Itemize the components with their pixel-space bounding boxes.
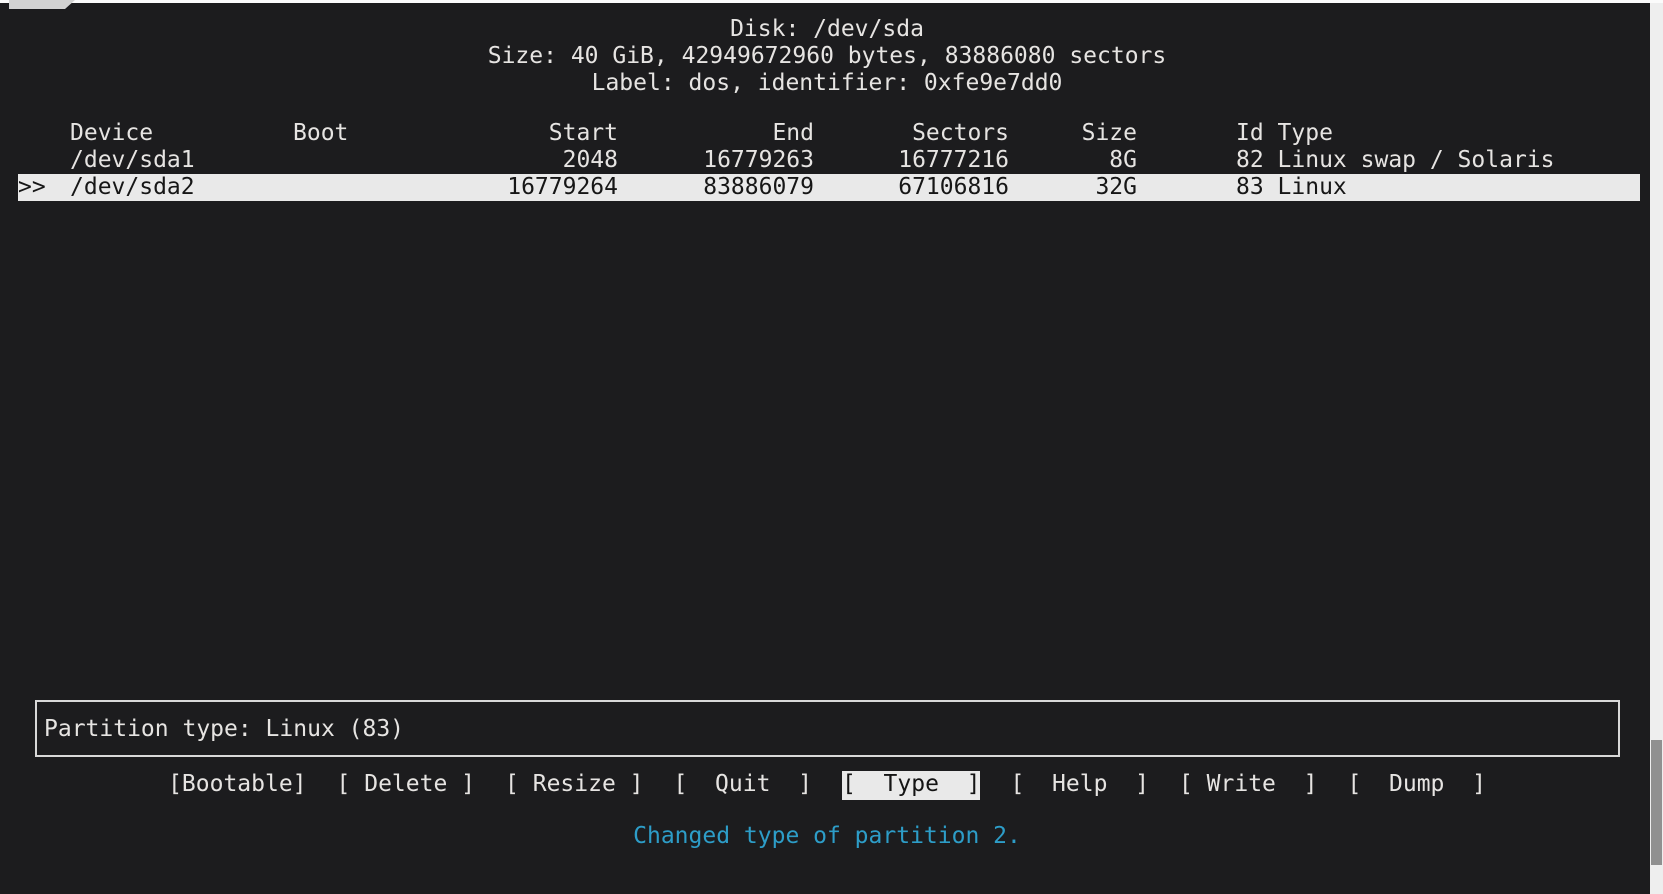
- write-button[interactable]: [ Write ]: [1179, 771, 1317, 800]
- quit-button[interactable]: [ Quit ]: [674, 771, 812, 800]
- row-selection-marker: [18, 147, 70, 174]
- cell-boot: [293, 174, 393, 201]
- partition-type-info-box: Partition type: Linux (83): [35, 700, 1620, 757]
- disk-header: Disk: /dev/sda Size: 40 GiB, 42949672960…: [0, 16, 1654, 97]
- cell-sectors: 16777216: [814, 147, 1009, 174]
- disk-name-line: Disk: /dev/sda: [0, 16, 1654, 43]
- partition-row-sda2[interactable]: >> /dev/sda2 16779264 83886079 67106816 …: [18, 174, 1640, 201]
- partition-row-sda1[interactable]: /dev/sda1 2048 16779263 16777216 8G 82 L…: [18, 147, 1640, 174]
- status-message: Changed type of partition 2.: [0, 823, 1654, 849]
- cell-id-type: 82 Linux swap / Solaris: [1137, 147, 1640, 174]
- partition-table-header: Device Boot Start End Sectors Size Id Ty…: [18, 120, 1640, 147]
- help-button[interactable]: [ Help ]: [1010, 771, 1148, 800]
- browser-chrome-edge: [0, 0, 1663, 3]
- col-header-end: End: [618, 120, 814, 147]
- row-selection-marker: >>: [18, 174, 70, 201]
- col-header-boot: Boot: [293, 120, 393, 147]
- disk-label-line: Label: dos, identifier: 0xfe9e7dd0: [0, 70, 1654, 97]
- dump-button[interactable]: [ Dump ]: [1347, 771, 1485, 800]
- cell-id-type: 83 Linux: [1137, 174, 1640, 201]
- scrollbar-track[interactable]: [1650, 3, 1663, 894]
- cell-end: 83886079: [618, 174, 814, 201]
- col-header-start: Start: [393, 120, 618, 147]
- col-header-size: Size: [1009, 120, 1137, 147]
- cell-device: /dev/sda2: [70, 174, 293, 201]
- delete-button[interactable]: [ Delete ]: [337, 771, 475, 800]
- terminal-screen: Disk: /dev/sda Size: 40 GiB, 42949672960…: [0, 0, 1654, 894]
- menu-bar: [Bootable] [ Delete ] [ Resize ] [ Quit …: [0, 771, 1654, 800]
- cell-sectors: 67106816: [814, 174, 1009, 201]
- partition-type-text: Partition type: Linux (83): [37, 716, 404, 742]
- scrollbar-thumb[interactable]: [1651, 740, 1662, 865]
- col-header-device: Device: [70, 120, 293, 147]
- col-header-id-type: Id Type: [1137, 120, 1640, 147]
- cell-boot: [293, 147, 393, 174]
- cell-start: 16779264: [393, 174, 618, 201]
- type-button[interactable]: [ Type ]: [842, 771, 980, 800]
- disk-size-line: Size: 40 GiB, 42949672960 bytes, 8388608…: [0, 43, 1654, 70]
- resize-button[interactable]: [ Resize ]: [505, 771, 643, 800]
- cell-device: /dev/sda1: [70, 147, 293, 174]
- cell-start: 2048: [393, 147, 618, 174]
- cell-size: 32G: [1009, 174, 1137, 201]
- browser-tab-stub: [9, 0, 75, 9]
- col-header-sectors: Sectors: [814, 120, 1009, 147]
- cell-end: 16779263: [618, 147, 814, 174]
- partition-table: Device Boot Start End Sectors Size Id Ty…: [0, 120, 1654, 201]
- cell-size: 8G: [1009, 147, 1137, 174]
- bootable-button[interactable]: [Bootable]: [168, 771, 306, 800]
